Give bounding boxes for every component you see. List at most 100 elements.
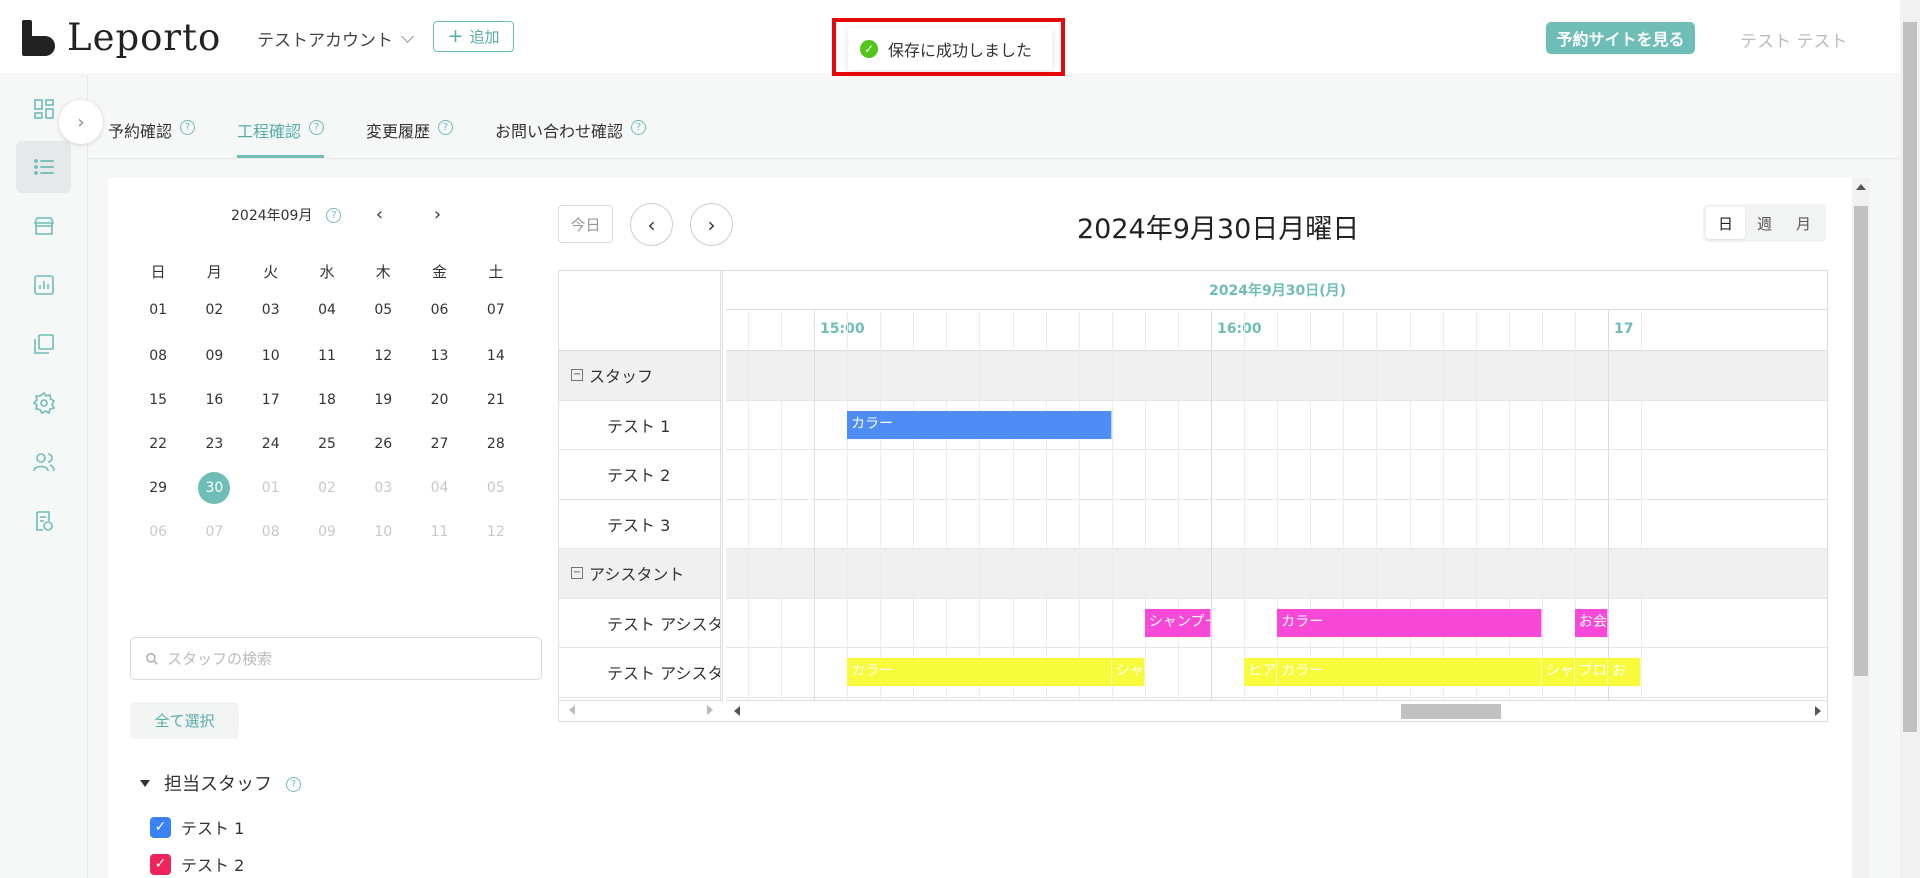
help-icon[interactable]: ? [438,120,454,135]
resource-scrollbar[interactable] [559,700,723,721]
user-menu[interactable]: テスト テスト [1740,27,1847,52]
calendar-day[interactable]: 17 [243,383,299,417]
staff-search-input[interactable]: スタッフの検索 [130,637,542,680]
help-icon[interactable]: ? [326,208,342,223]
staff-checkbox-row[interactable]: ✓ テスト 2 [150,852,244,876]
calendar-day[interactable]: 04 [411,471,467,505]
staff-section-toggle[interactable]: 担当スタッフ ? [140,770,301,796]
sidebar-item-reports[interactable] [16,259,71,311]
calendar-day[interactable]: 05 [355,293,411,327]
selected-day[interactable]: 30 [198,472,231,504]
calendar-day[interactable]: 25 [299,427,355,461]
calendar-day[interactable]: 20 [411,383,467,417]
calendar-day[interactable]: 08 [130,339,186,373]
appointment-event[interactable]: カラー [1277,658,1542,686]
calendar-day[interactable]: 07 [468,293,524,327]
sidebar-item-settings[interactable] [16,377,71,429]
appointment-event[interactable]: シャ [1541,658,1575,686]
collapse-icon[interactable]: − [571,567,583,580]
scroll-thumb[interactable] [1401,704,1501,719]
appointment-event[interactable]: カラー [847,410,1112,439]
view-day-button[interactable]: 日 [1706,207,1745,239]
view-booking-site-button[interactable]: 予約サイトを見る [1546,22,1695,54]
calendar-day[interactable]: 19 [355,383,411,417]
page-scrollbar[interactable] [1900,0,1920,878]
view-month-button[interactable]: 月 [1784,207,1823,239]
resource-group[interactable]: − アシスタント [559,549,720,599]
calendar-day[interactable]: 10 [243,339,299,373]
select-all-button[interactable]: 全て選択 [130,702,239,739]
calendar-day[interactable]: 04 [299,293,355,327]
calendar-day[interactable]: 22 [130,427,186,461]
calendar-day[interactable]: 30 [186,471,242,505]
account-selector[interactable]: テストアカウント [257,26,414,51]
sidebar-expand-button[interactable]: › [59,100,103,144]
calendar-day[interactable]: 13 [411,339,467,373]
tab-history[interactable]: 変更履歴 ? [366,110,454,158]
appointment-event[interactable]: ヒア [1244,658,1278,686]
prev-day-button[interactable]: ‹ [630,203,673,246]
sidebar-item-list[interactable] [16,141,71,193]
appointment-event[interactable]: お [1608,658,1642,686]
prev-month-button[interactable]: ‹ [369,204,389,225]
tab-inquiries[interactable]: お問い合わせ確認 ? [495,110,647,158]
calendar-day[interactable]: 18 [299,383,355,417]
calendar-day[interactable]: 06 [130,515,186,549]
checkbox[interactable]: ✓ [150,853,171,875]
calendar-day[interactable]: 01 [130,293,186,327]
calendar-day[interactable]: 02 [299,471,355,505]
panel-scrollbar[interactable] [1852,178,1870,878]
calendar-day[interactable]: 15 [130,383,186,417]
calendar-day[interactable]: 21 [468,383,524,417]
calendar-day[interactable]: 29 [130,471,186,505]
staff-checkbox-row[interactable]: ✓ テスト 1 [150,815,244,839]
calendar-day[interactable]: 16 [186,383,242,417]
next-month-button[interactable]: › [427,204,447,225]
help-icon[interactable]: ? [180,120,196,135]
help-icon[interactable]: ? [309,120,325,135]
calendar-day[interactable]: 28 [468,427,524,461]
appointment-event[interactable]: カラー [1277,608,1542,637]
appointment-event[interactable]: シャ [1111,658,1145,686]
resource-group[interactable]: − スタッフ [559,351,720,401]
calendar-day[interactable]: 08 [243,515,299,549]
help-icon[interactable]: ? [286,776,301,792]
calendar-day[interactable]: 09 [186,339,242,373]
appointment-event[interactable]: ブロ [1574,658,1608,686]
sidebar-item-pages[interactable] [16,318,71,370]
appointment-event[interactable]: カラー [847,658,1112,686]
calendar-day[interactable]: 24 [243,427,299,461]
tab-reservations[interactable]: 予約確認 ? [108,110,196,158]
calendar-day[interactable]: 12 [355,339,411,373]
calendar-day[interactable]: 02 [186,293,242,327]
today-button[interactable]: 今日 [558,205,613,243]
add-button[interactable]: + 追加 [433,21,514,52]
calendar-day[interactable]: 07 [186,515,242,549]
appointment-event[interactable]: シャンプー [1144,608,1211,637]
tab-process[interactable]: 工程確認 ? [237,110,325,158]
next-day-button[interactable]: › [690,203,733,246]
collapse-icon[interactable]: − [571,369,583,382]
calendar-day[interactable]: 27 [411,427,467,461]
calendar-day[interactable]: 09 [299,515,355,549]
calendar-day[interactable]: 03 [243,293,299,327]
sidebar-item-store[interactable] [16,200,71,252]
logo[interactable]: Leporto [22,16,221,59]
appointment-event[interactable]: お会計 [1574,608,1608,637]
checkbox[interactable]: ✓ [150,816,171,838]
calendar-day[interactable]: 14 [468,339,524,373]
calendar-day[interactable]: 10 [355,515,411,549]
horizontal-scrollbar[interactable] [726,700,1827,721]
sidebar-item-users[interactable] [16,436,71,488]
calendar-day[interactable]: 26 [355,427,411,461]
calendar-day[interactable]: 11 [411,515,467,549]
calendar-day[interactable]: 12 [468,515,524,549]
help-icon[interactable]: ? [631,120,647,135]
calendar-day[interactable]: 06 [411,293,467,327]
calendar-day[interactable]: 01 [243,471,299,505]
calendar-day[interactable]: 23 [186,427,242,461]
calendar-day[interactable]: 03 [355,471,411,505]
calendar-day[interactable]: 11 [299,339,355,373]
view-week-button[interactable]: 週 [1745,207,1784,239]
calendar-day[interactable]: 05 [468,471,524,505]
